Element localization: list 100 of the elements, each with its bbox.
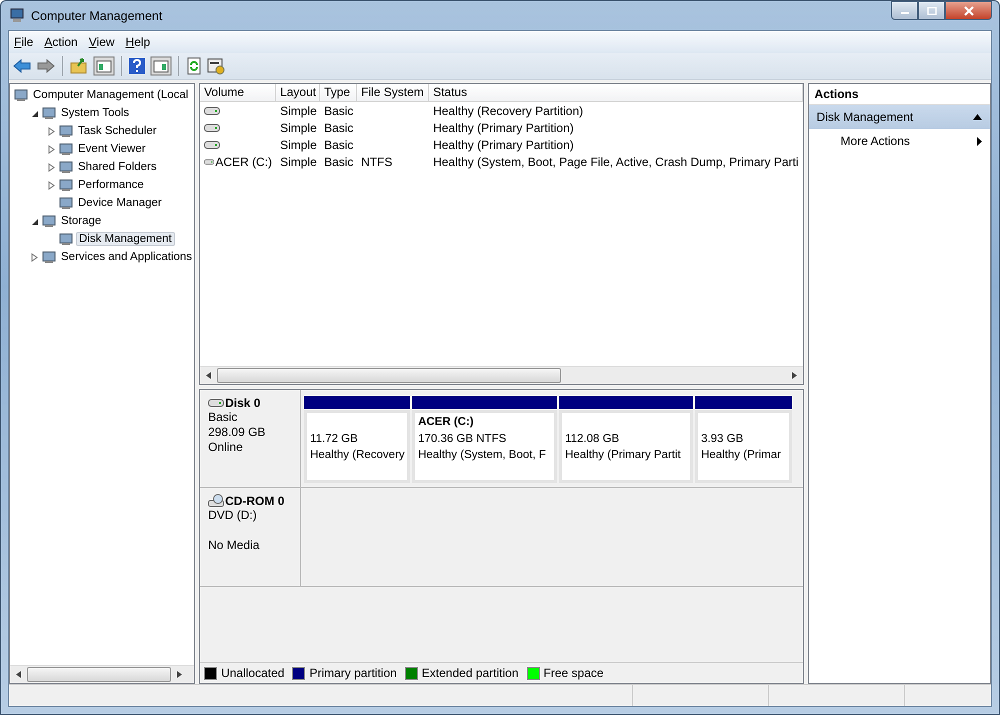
pane-toggle-icon[interactable]	[93, 56, 115, 76]
disk-name: CD-ROM 0	[225, 494, 284, 508]
node-icon	[13, 87, 29, 103]
expanded-triangle-icon[interactable]	[30, 216, 39, 226]
disk-detail: DVD (D:)	[208, 508, 258, 523]
minimize-button[interactable]	[891, 1, 918, 20]
table-cell: Healthy (Recovery Partition)	[433, 104, 584, 118]
expanded-triangle-icon[interactable]	[30, 108, 39, 118]
table-cell: Simple	[280, 154, 317, 168]
table-cell: Basic	[324, 120, 354, 134]
table-cell: Healthy (Primary Partition)	[433, 138, 574, 152]
column-header[interactable]: Volume	[200, 84, 276, 101]
scroll-right-arrow-icon[interactable]	[177, 671, 182, 678]
legend-label: Primary partition	[309, 666, 397, 680]
collapsed-triangle-icon[interactable]	[47, 126, 56, 136]
column-header[interactable]: Type	[320, 84, 358, 101]
partition-block[interactable]: 112.08 GB Healthy (Primary Partit	[559, 410, 694, 483]
disk-detail: Online	[208, 440, 244, 455]
table-cell: ACER (C:)	[215, 154, 272, 168]
partition-status: Healthy (System, Boot, F	[418, 448, 547, 463]
partition-status: Healthy (Recovery	[310, 448, 406, 463]
menu-item[interactable]: File	[9, 35, 40, 49]
table-cell: Basic	[324, 104, 354, 118]
disk-detail: Basic	[208, 410, 238, 425]
legend-label: Extended partition	[422, 666, 519, 680]
close-button[interactable]	[945, 1, 992, 20]
partition-status: Healthy (Primary Partit	[565, 448, 682, 463]
partition-size: 170.36 GB NTFS	[418, 432, 508, 447]
help-icon[interactable]	[128, 57, 146, 75]
legend-label: Free space	[544, 666, 604, 680]
pane-toggle-icon[interactable]	[150, 56, 172, 76]
column-header[interactable]: File System	[357, 84, 430, 101]
table-cell: Healthy (Primary Partition)	[433, 120, 574, 134]
horizontal-scrollbar[interactable]	[200, 366, 803, 384]
node-icon	[58, 123, 74, 139]
drive-icon	[204, 122, 220, 132]
legend-label: Unallocated	[221, 666, 284, 680]
column-header[interactable]: Layout	[276, 84, 320, 101]
drive-icon	[204, 156, 214, 166]
partition-label: ACER (C:)	[418, 416, 475, 430]
scroll-right-arrow-icon[interactable]	[792, 372, 797, 379]
refresh-icon[interactable]	[185, 57, 203, 75]
collapsed-triangle-icon[interactable]	[47, 162, 56, 172]
disk-detail: No Media	[208, 538, 260, 553]
drive-icon	[208, 398, 224, 408]
table-cell: Basic	[324, 154, 354, 168]
submenu-arrow-icon	[977, 136, 982, 146]
node-icon	[58, 159, 74, 175]
table-cell: Healthy (System, Boot, Page File, Active, Crash Dump, Primary Parti	[433, 154, 799, 168]
partition-status: Healthy (Primar	[701, 448, 782, 463]
drive-icon	[204, 140, 220, 150]
maximize-icon	[926, 6, 936, 14]
tree-item[interactable]: Event Viewer	[76, 143, 148, 155]
horizontal-scrollbar[interactable]	[10, 665, 194, 683]
forward-arrow-icon[interactable]	[36, 57, 56, 75]
collapsed-triangle-icon[interactable]	[47, 144, 56, 154]
tree-item[interactable]: Shared Folders	[76, 161, 159, 173]
disk-detail: 298.09 GB	[208, 425, 266, 440]
menu-item[interactable]: View	[84, 35, 121, 49]
disk-name: Disk 0	[225, 396, 260, 410]
action-link[interactable]: More Actions	[840, 134, 910, 148]
tree-item[interactable]: Services and Applications	[59, 251, 194, 263]
tree-item[interactable]: Disk Management	[76, 232, 175, 246]
scroll-left-arrow-icon[interactable]	[16, 671, 21, 678]
partition-block[interactable]: ACER (C:) 170.36 GB NTFS Healthy (System, Boot, F	[412, 410, 558, 483]
table-cell: Simple	[280, 138, 317, 152]
disc-drive-icon	[208, 494, 224, 508]
folder-up-icon[interactable]	[69, 57, 89, 75]
tree-item[interactable]: Device Manager	[76, 197, 164, 209]
tree-item[interactable]: Performance	[76, 179, 146, 191]
tree-item[interactable]: Computer Management (Local	[31, 89, 190, 101]
partition-size: 3.93 GB	[701, 432, 744, 447]
back-arrow-icon[interactable]	[12, 57, 32, 75]
properties-icon[interactable]	[207, 57, 225, 75]
node-icon	[58, 231, 74, 247]
collapsed-triangle-icon[interactable]	[47, 180, 56, 190]
actions-section-header[interactable]: Disk Management	[808, 105, 990, 129]
scroll-left-arrow-icon[interactable]	[206, 372, 212, 379]
tree-item[interactable]: System Tools	[59, 107, 132, 119]
table-cell: NTFS	[361, 154, 392, 168]
partition-block[interactable]: 3.93 GB Healthy (Primar	[695, 410, 792, 483]
menu-item[interactable]: Help	[120, 35, 156, 49]
drive-icon	[204, 106, 220, 116]
partition-block[interactable]: 11.72 GB Healthy (Recovery	[304, 410, 410, 483]
table-cell: Simple	[280, 120, 317, 134]
section-title: Disk Management	[816, 110, 914, 124]
maximize-button[interactable]	[918, 1, 945, 20]
table-cell: Simple	[280, 104, 317, 118]
node-icon	[41, 249, 57, 265]
node-icon	[41, 105, 57, 121]
column-header[interactable]: Status	[429, 84, 803, 101]
window-title: Computer Management	[31, 8, 164, 22]
collapsed-triangle-icon[interactable]	[30, 252, 39, 262]
tree-item[interactable]: Task Scheduler	[76, 125, 159, 137]
computer-icon	[9, 8, 25, 24]
menu-item[interactable]: Action	[39, 35, 84, 49]
node-icon	[58, 177, 74, 193]
close-icon	[962, 6, 974, 16]
tree-item[interactable]: Storage	[59, 215, 104, 227]
node-icon	[41, 213, 57, 229]
